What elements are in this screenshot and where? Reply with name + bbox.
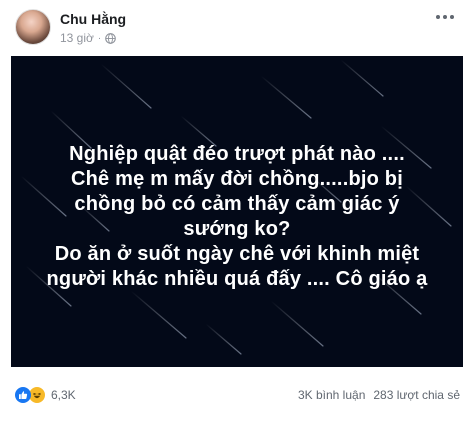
status-line: Chê mẹ m mấy đời chồng.....bjo bị <box>71 168 403 190</box>
post-footer: 6,3K 3K bình luận 283 lượt chia sẻ <box>0 367 474 422</box>
comments-count[interactable]: 3K bình luận <box>298 388 365 402</box>
dot <box>443 15 447 19</box>
avatar[interactable] <box>15 9 51 45</box>
status-text: Nghiệp quật đéo trượt phát nào .... Chê … <box>11 142 463 292</box>
shares-count[interactable]: 283 lượt chia sẻ <box>373 388 460 402</box>
globe-icon[interactable] <box>105 32 117 44</box>
status-background: Nghiệp quật đéo trượt phát nào .... Chê … <box>11 56 463 367</box>
meta-separator: · <box>97 32 102 44</box>
status-line: Nghiệp quật đéo trượt phát nào .... <box>69 143 405 165</box>
engagement-stats: 3K bình luận 283 lượt chia sẻ <box>298 388 460 402</box>
dot <box>450 15 454 19</box>
post-meta: 13 giờ · <box>60 31 117 45</box>
status-line: người khác nhiều quá đấy .... Cô giáo ạ <box>46 268 428 290</box>
reaction-count[interactable]: 6,3K <box>51 388 76 402</box>
more-options-icon[interactable] <box>432 8 458 26</box>
post-time[interactable]: 13 giờ <box>60 31 94 45</box>
status-line: chồng bỏ có cảm thấy cảm giác ý <box>74 193 400 215</box>
author-name[interactable]: Chu Hằng <box>60 11 126 27</box>
status-line: Do ăn ở suốt ngày chê với khinh miệt <box>54 243 420 265</box>
post-header: Chu Hằng 13 giờ · <box>0 0 474 56</box>
status-line: sướng ko? <box>183 218 291 240</box>
like-icon <box>15 387 31 403</box>
dot <box>436 15 440 19</box>
reactions-summary[interactable]: 6,3K <box>15 386 76 404</box>
